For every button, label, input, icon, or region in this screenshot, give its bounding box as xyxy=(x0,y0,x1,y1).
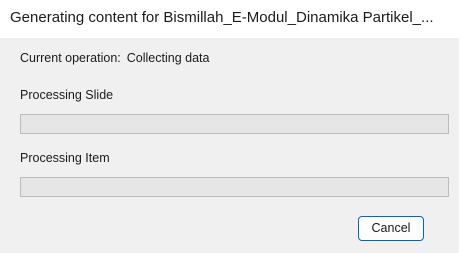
operation-value: Collecting data xyxy=(126,51,210,65)
cancel-button[interactable]: Cancel xyxy=(358,216,424,241)
processing-item-progress-bar xyxy=(20,177,449,197)
operation-label: Current operation: xyxy=(20,51,121,65)
window-title: Generating content for Bismillah_E-Modul… xyxy=(10,9,434,26)
processing-slide-label: Processing Slide xyxy=(20,88,114,102)
current-operation: Current operation: Collecting data xyxy=(20,51,209,65)
processing-item-label: Processing Item xyxy=(20,151,110,165)
title-bar[interactable]: Generating content for Bismillah_E-Modul… xyxy=(0,0,459,38)
progress-dialog: Generating content for Bismillah_E-Modul… xyxy=(0,0,459,253)
processing-slide-progress-bar xyxy=(20,114,449,134)
